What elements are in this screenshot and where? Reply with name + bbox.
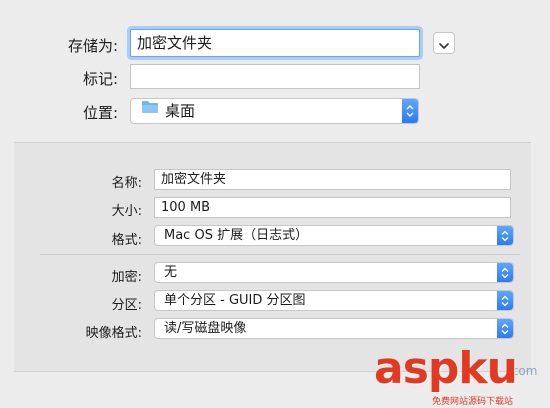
format-label: 格式:: [111, 233, 142, 248]
stepper-arrows-icon: [497, 319, 513, 338]
save-as-label: 存储为:: [67, 37, 118, 55]
format-popup[interactable]: Mac OS 扩展（日志式）: [154, 225, 514, 246]
section-divider: [40, 254, 520, 255]
encryption-popup[interactable]: 无: [154, 262, 514, 283]
watermark-logo: aspku: [374, 343, 518, 394]
size-label: 大小:: [111, 204, 142, 219]
encryption-label: 加密:: [111, 270, 142, 285]
stepper-arrows-icon: [497, 291, 513, 310]
stepper-arrows-icon: [497, 226, 513, 245]
folder-icon: [141, 99, 159, 123]
size-field[interactable]: 100 MB: [154, 197, 511, 218]
stepper-arrows-icon: [402, 99, 418, 123]
partitions-popup[interactable]: 单个分区 - GUID 分区图: [154, 290, 514, 311]
where-popup[interactable]: 桌面: [130, 98, 419, 124]
expand-button[interactable]: [433, 32, 455, 54]
tags-label: 标记:: [82, 70, 118, 88]
encryption-value: 无: [164, 265, 178, 280]
image-format-value: 读/写磁盘映像: [164, 321, 247, 336]
tags-field[interactable]: [130, 64, 420, 89]
chevron-down-icon: [439, 34, 449, 53]
where-label: 位置:: [82, 104, 118, 122]
partitions-value: 单个分区 - GUID 分区图: [164, 293, 306, 308]
image-format-label: 映像格式:: [85, 326, 142, 341]
where-value: 桌面: [165, 102, 196, 120]
format-value: Mac OS 扩展（日志式）: [164, 228, 309, 243]
watermark-subtitle: 免费网站源码下载站: [432, 397, 514, 407]
image-format-popup[interactable]: 读/写磁盘映像: [154, 318, 514, 339]
stepper-arrows-icon: [497, 263, 513, 282]
partitions-label: 分区:: [111, 298, 142, 313]
name-label: 名称:: [111, 176, 142, 191]
save-as-field[interactable]: 加密文件夹: [130, 29, 420, 57]
name-field[interactable]: 加密文件夹: [154, 169, 511, 190]
